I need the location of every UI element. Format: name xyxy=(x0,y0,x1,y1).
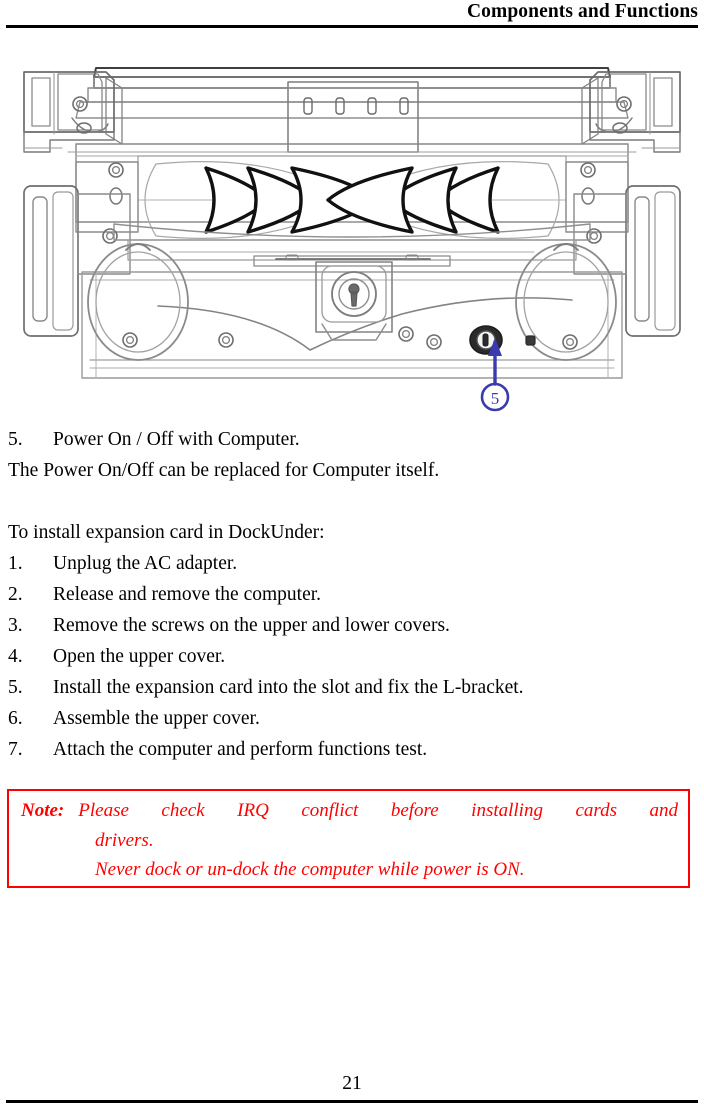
step-4-label: Open the upper cover. xyxy=(53,646,226,667)
paragraph-power-replace: The Power On/Off can be replaced for Com… xyxy=(8,460,440,481)
page-header: Components and Functions xyxy=(6,0,698,28)
step-item-3: 3. Remove the screws on the upper and lo… xyxy=(8,610,696,641)
note-line-1: Note: Please check IRQ conflict before i… xyxy=(9,796,688,826)
step-7-label: Attach the computer and perform function… xyxy=(53,739,428,760)
step-item-7: 7. Attach the computer and perform funct… xyxy=(8,734,696,765)
callout-5-number: 5 xyxy=(491,389,500,408)
step-2-number: 2. xyxy=(8,584,23,605)
body-text: 5. Power On / Off with Computer. The Pow… xyxy=(8,424,696,765)
note-line-3: Never dock or un-dock the computer while… xyxy=(9,855,688,885)
step-3-number: 3. xyxy=(8,615,23,636)
docking-station-figure: 5 xyxy=(10,44,694,416)
note-text-line-2: drivers. xyxy=(95,830,154,851)
item-5-number: 5. xyxy=(8,429,23,450)
step-6-label: Assemble the upper cover. xyxy=(53,708,260,729)
item-5-power-onoff: 5. Power On / Off with Computer. xyxy=(8,424,696,455)
step-item-5: 5. Install the expansion card into the s… xyxy=(8,672,696,703)
step-7-number: 7. xyxy=(8,739,23,760)
note-text-line-3: Never dock or un-dock the computer while… xyxy=(95,859,525,880)
item-5-label: Power On / Off with Computer. xyxy=(53,429,300,450)
step-5-number: 5. xyxy=(8,677,23,698)
page-number: 21 xyxy=(342,1073,362,1094)
step-2-label: Release and remove the computer. xyxy=(53,584,322,605)
step-item-1: 1. Unplug the AC adapter. xyxy=(8,548,696,579)
step-5-label: Install the expansion card into the slot… xyxy=(53,677,524,698)
docking-station-illustration: 5 xyxy=(23,67,681,412)
step-item-2: 2. Release and remove the computer. xyxy=(8,579,696,610)
step-6-number: 6. xyxy=(8,708,23,729)
note-line-2: drivers. xyxy=(9,826,688,856)
step-1-number: 1. xyxy=(8,553,23,574)
step-3-label: Remove the screws on the upper and lower… xyxy=(53,615,450,636)
note-text-line-1: Please check IRQ conflict before install… xyxy=(78,800,678,821)
step-item-6: 6. Assemble the upper cover. xyxy=(8,703,696,734)
intro-install-expansion-card: To install expansion card in DockUnder: xyxy=(8,522,325,543)
page-title: Components and Functions xyxy=(466,1,698,22)
note-callout-box: Note: Please check IRQ conflict before i… xyxy=(7,789,690,888)
note-label: Note: xyxy=(21,800,65,821)
step-1-label: Unplug the AC adapter. xyxy=(53,553,238,574)
page-footer: 21 xyxy=(6,1072,698,1108)
header-divider xyxy=(6,25,698,28)
footer-divider xyxy=(6,1100,698,1103)
step-4-number: 4. xyxy=(8,646,23,667)
step-item-4: 4. Open the upper cover. xyxy=(8,641,696,672)
